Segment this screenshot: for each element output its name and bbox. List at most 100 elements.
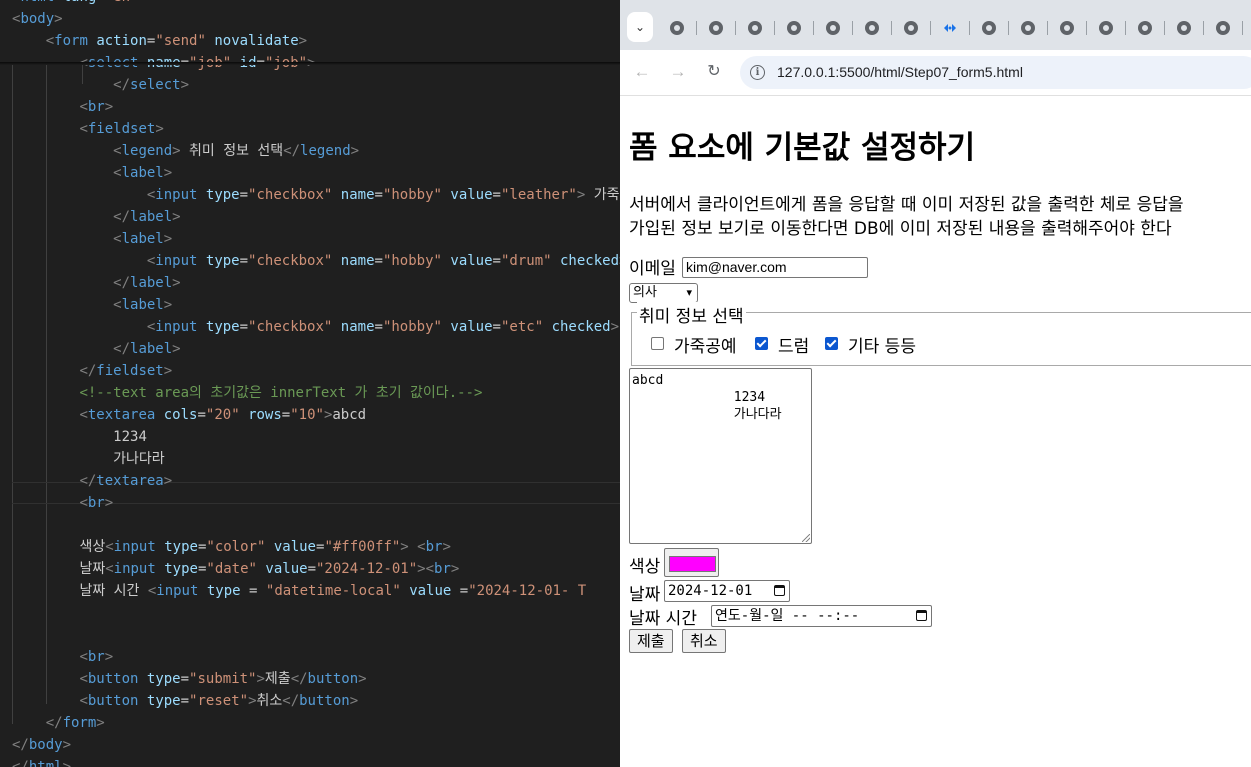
code-line[interactable]: </select> — [0, 74, 189, 96]
memo-textarea[interactable]: abcd 1234 가나다라 — [629, 368, 812, 544]
site-info-icon[interactable]: i — [750, 65, 765, 80]
description-line-1: 서버에서 클라이언트에게 폼을 응답할 때 이미 저장된 값을 출력한 체로 응… — [629, 195, 1184, 215]
url-text[interactable]: 127.0.0.1:5500/html/Step07_form5.html — [777, 56, 1023, 89]
submit-button[interactable]: 제출 — [629, 629, 673, 653]
hobby-checkbox-etc[interactable] — [825, 337, 838, 350]
browser-tab[interactable] — [736, 14, 775, 42]
code-line[interactable]: 가나다라 — [0, 448, 165, 470]
code-line[interactable]: </html> — [0, 756, 71, 767]
hobby-checkbox-drum[interactable] — [755, 337, 768, 350]
page-title: 폼 요소에 기본값 설정하기 — [629, 130, 976, 166]
browser-tab[interactable] — [1048, 14, 1087, 42]
code-line[interactable]: <!--text area의 초기값은 innerText 가 초기 값이다.-… — [0, 382, 482, 404]
hobby-label-etc[interactable]: 기타 등등 — [848, 332, 916, 357]
tab-strip: ⌄ — [620, 0, 1251, 50]
browser-tab[interactable] — [1165, 14, 1204, 42]
browser-tab[interactable] — [658, 14, 697, 42]
code-line[interactable]: <input type="checkbox" name="hobby" valu… — [0, 184, 620, 206]
globe-icon — [826, 21, 840, 35]
code-line[interactable]: 날짜 시간 <input type = "datetime-local" val… — [0, 580, 586, 602]
browser-tab[interactable] — [1204, 14, 1243, 42]
date-label: 날짜 — [629, 585, 661, 605]
tab-search-button[interactable]: ⌄ — [627, 12, 653, 42]
code-line[interactable]: <label> — [0, 228, 172, 250]
code-line[interactable]: 1234 — [0, 426, 147, 448]
hobby-legend: 취미 정보 선택 — [637, 302, 746, 327]
globe-icon — [670, 21, 684, 35]
browser-tab[interactable] — [775, 14, 814, 42]
back-arrow-icon: ← — [633, 62, 651, 81]
code-line[interactable] — [0, 514, 12, 536]
code-line[interactable]: </body> — [0, 734, 71, 756]
browser-tab[interactable] — [1009, 14, 1048, 42]
globe-icon — [787, 21, 801, 35]
code-editor[interactable]: <html lang="en"><body> <form action="sen… — [0, 0, 620, 767]
code-line[interactable]: <html lang="en"> — [0, 0, 147, 8]
code-line[interactable]: </fieldset> — [0, 360, 172, 382]
code-line[interactable]: <button type="submit">제출</button> — [0, 668, 366, 690]
code-line[interactable]: <label> — [0, 162, 172, 184]
forward-arrow-icon: → — [669, 62, 687, 81]
calendar-icon[interactable] — [774, 585, 785, 596]
browser-tab[interactable] — [970, 14, 1009, 42]
code-line[interactable]: <label> — [0, 294, 172, 316]
code-line[interactable]: </form> — [0, 712, 105, 734]
datetime-input[interactable]: 연도-월-일 -- --:-- — [711, 605, 932, 627]
color-picker[interactable] — [664, 548, 719, 577]
back-button[interactable]: ← — [630, 60, 654, 84]
code-line[interactable]: </textarea> — [0, 470, 172, 492]
code-line[interactable]: <br> — [0, 646, 113, 668]
resize-handle-icon[interactable] — [802, 534, 810, 542]
code-line[interactable]: </label> — [0, 338, 180, 360]
code-line[interactable]: </label> — [0, 272, 180, 294]
date-value: 2024-12-01 — [668, 583, 753, 599]
chevron-down-icon: ▾ — [686, 286, 692, 299]
code-line[interactable]: <body> — [0, 8, 63, 30]
globe-icon — [1177, 21, 1191, 35]
code-line[interactable]: <br> — [0, 492, 113, 514]
code-line[interactable]: <form action="send" novalidate> — [0, 30, 307, 52]
browser-tab[interactable] — [931, 14, 970, 42]
reset-button[interactable]: 취소 — [682, 629, 726, 653]
code-line[interactable]: 색상<input type="color" value="#ff00ff"> <… — [0, 536, 450, 558]
code-line[interactable]: <button type="reset">취소</button> — [0, 690, 358, 712]
hobby-label-leather[interactable]: 가죽공예 — [674, 332, 737, 357]
browser-tab[interactable] — [1126, 14, 1165, 42]
code-line[interactable]: <input type="checkbox" name="hobby" valu… — [0, 250, 620, 272]
code-line[interactable]: <br> — [0, 96, 113, 118]
globe-icon — [1021, 21, 1035, 35]
calendar-icon[interactable] — [916, 610, 927, 621]
date-input[interactable]: 2024-12-01 — [664, 580, 790, 602]
code-line[interactable]: <fieldset> — [0, 118, 163, 140]
code-line[interactable] — [0, 624, 12, 646]
datetime-placeholder: 연도-월-일 -- --:-- — [715, 608, 860, 624]
hobby-label-drum[interactable]: 드럼 — [778, 332, 809, 357]
globe-icon — [709, 21, 723, 35]
globe-icon — [865, 21, 879, 35]
forward-button[interactable]: → — [666, 60, 690, 84]
browser-tab[interactable] — [853, 14, 892, 42]
code-line[interactable]: </label> — [0, 206, 180, 228]
code-line[interactable] — [0, 602, 12, 624]
browser-tab[interactable] — [697, 14, 736, 42]
browser-tab[interactable] — [814, 14, 853, 42]
code-line[interactable]: <textarea cols="20" rows="10">abcd — [0, 404, 366, 426]
globe-icon — [904, 21, 918, 35]
globe-icon — [1099, 21, 1113, 35]
code-line[interactable]: 날짜<input type="date" value="2024-12-01">… — [0, 558, 459, 580]
textarea-content: abcd 1234 가나다라 — [632, 373, 782, 422]
email-input[interactable]: kim@naver.com — [682, 257, 868, 278]
browser-tab[interactable] — [1087, 14, 1126, 42]
code-line[interactable]: <input type="checkbox" name="hobby" valu… — [0, 316, 619, 338]
globe-icon — [1216, 21, 1230, 35]
color-label: 색상 — [629, 557, 661, 577]
chevron-down-icon: ⌄ — [634, 20, 646, 34]
hobby-checkbox-leather[interactable] — [651, 337, 664, 350]
description-line-2: 가입된 정보 보기로 이동한다면 DB에 이미 저장된 내용을 출력해주어야 한… — [629, 219, 1172, 239]
reload-icon: ↻ — [707, 63, 721, 80]
job-select[interactable]: 의사 ▾ — [629, 283, 698, 303]
browser-tab[interactable] — [892, 14, 931, 42]
address-bar[interactable]: i 127.0.0.1:5500/html/Step07_form5.html — [740, 56, 1251, 89]
code-line[interactable]: <legend> 취미 정보 선택</legend> — [0, 140, 359, 162]
reload-button[interactable]: ↻ — [702, 60, 726, 84]
